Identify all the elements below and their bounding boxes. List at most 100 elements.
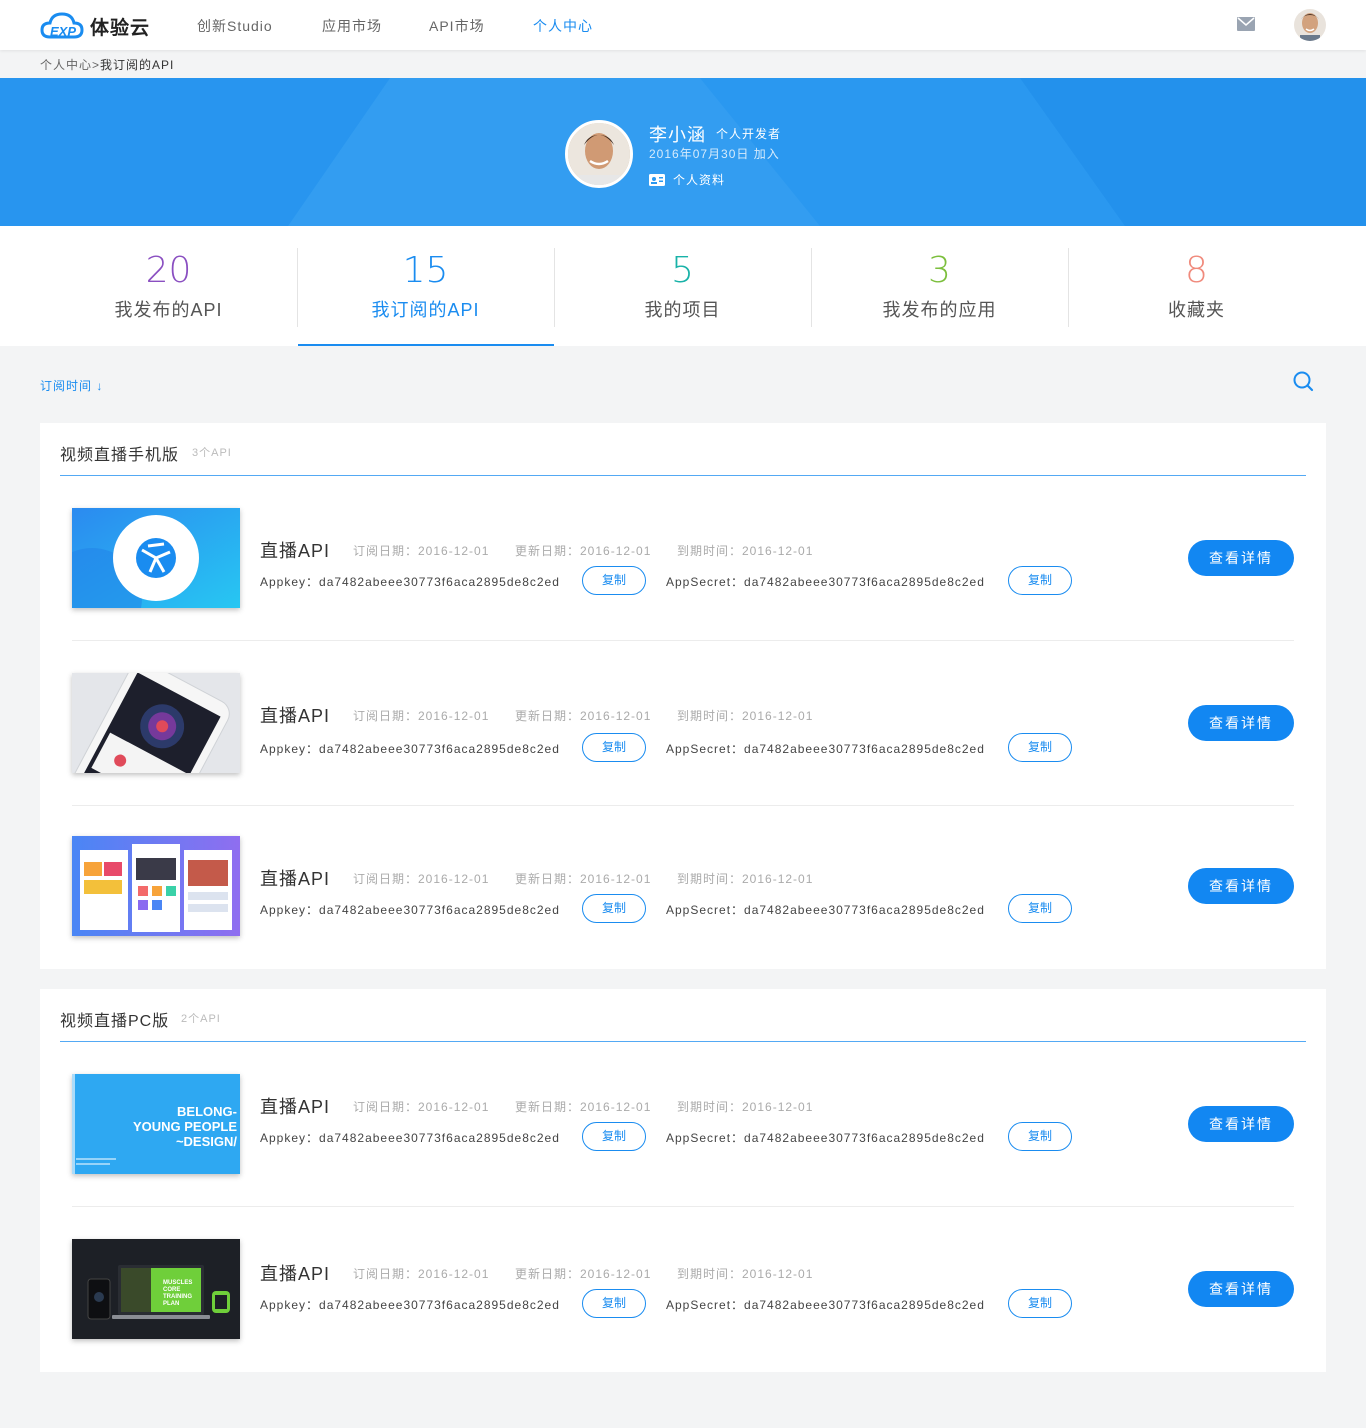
stat-subscribed-api[interactable]: 15 我订阅的API xyxy=(297,226,554,346)
stat-value: 3 xyxy=(928,250,951,291)
group-title: 视频直播PC版 xyxy=(60,1013,170,1030)
stat-label: 我的项目 xyxy=(644,300,721,320)
stat-projects[interactable]: 5 我的项目 xyxy=(554,226,811,346)
group-divider xyxy=(60,1041,1306,1042)
appsecret: AppSecret：da7482abeee30773f6aca2895de8c2… xyxy=(666,742,985,756)
copy-appkey-button[interactable]: 复制 xyxy=(582,566,646,595)
expire-date: 到期时间：2016-12-01 xyxy=(677,709,814,723)
cloud-logo-icon: EXP xyxy=(40,12,84,39)
stat-label: 我发布的应用 xyxy=(882,300,997,320)
api-name: 直播API xyxy=(260,869,331,889)
stat-favorites[interactable]: 8 收藏夹 xyxy=(1068,226,1325,346)
thumb-text: PLAN xyxy=(163,1301,179,1307)
thumb-text: YOUNG PEOPLE xyxy=(133,1119,237,1134)
subscribe-date: 订阅日期：2016-12-01 xyxy=(353,1267,490,1281)
appkey: Appkey：da7482abeee30773f6aca2895de8c2ed xyxy=(260,742,560,756)
stat-value: 8 xyxy=(1185,250,1208,291)
active-tab-indicator xyxy=(298,344,554,346)
breadcrumb: 个人中心>我订阅的API xyxy=(40,56,174,73)
stat-value: 20 xyxy=(145,250,192,291)
expire-date: 到期时间：2016-12-01 xyxy=(677,1267,814,1281)
api-thumbnail xyxy=(72,673,240,773)
appkey: Appkey：da7482abeee30773f6aca2895de8c2ed xyxy=(260,1131,560,1145)
profile-role: 个人开发者 xyxy=(716,127,782,141)
nav-personal-center[interactable]: 个人中心 xyxy=(533,16,593,36)
api-thumbnail: MUSCLES CORE TRAINING PLAN xyxy=(72,1239,240,1339)
update-date: 更新日期：2016-12-01 xyxy=(515,872,652,886)
item-divider xyxy=(72,1206,1294,1207)
nav-studio[interactable]: 创新Studio xyxy=(197,16,273,36)
stat-value: 15 xyxy=(402,250,449,291)
copy-appkey-button[interactable]: 复制 xyxy=(582,1122,646,1151)
profile-info-link[interactable]: 个人资料 xyxy=(649,171,725,188)
copy-appsecret-button[interactable]: 复制 xyxy=(1008,1289,1072,1318)
subscribe-date: 订阅日期：2016-12-01 xyxy=(353,544,490,558)
profile-banner: 李小涵 个人开发者 2016年07月30日 加入 个人资料 xyxy=(0,78,1366,226)
copy-appkey-button[interactable]: 复制 xyxy=(582,733,646,762)
api-thumbnail: BELONG- YOUNG PEOPLE ~DESIGN/ xyxy=(72,1074,240,1174)
expire-date: 到期时间：2016-12-01 xyxy=(677,1100,814,1114)
stats-bar: 20 我发布的API 15 我订阅的API 5 我的项目 3 我发布的应用 8 … xyxy=(0,226,1366,346)
group-api-count: 2个API xyxy=(181,1013,221,1025)
appsecret: AppSecret：da7482abeee30773f6aca2895de8c2… xyxy=(666,903,985,917)
svg-text:EXP: EXP xyxy=(50,24,76,39)
copy-appkey-button[interactable]: 复制 xyxy=(582,894,646,923)
subscribe-date: 订阅日期：2016-12-01 xyxy=(353,872,490,886)
view-details-button[interactable]: 查看详情 xyxy=(1188,1271,1294,1307)
nav-api-market[interactable]: API市场 xyxy=(429,16,485,36)
expire-date: 到期时间：2016-12-01 xyxy=(677,544,814,558)
stat-published-apps[interactable]: 3 我发布的应用 xyxy=(811,226,1068,346)
sort-by-subscription-time[interactable]: 订阅时间 ↓ xyxy=(40,377,103,394)
view-details-button[interactable]: 查看详情 xyxy=(1188,705,1294,741)
thumb-text: MUSCLES xyxy=(163,1280,192,1286)
profile-joined-date: 2016年07月30日 加入 xyxy=(649,147,780,161)
update-date: 更新日期：2016-12-01 xyxy=(515,544,652,558)
subscribe-date: 订阅日期：2016-12-01 xyxy=(353,1100,490,1114)
api-group-mobile: 视频直播手机版 3个API 直播API 订阅日期：2016-12-01 更新日期… xyxy=(40,423,1326,969)
profile-avatar xyxy=(565,120,633,188)
api-name: 直播API xyxy=(260,541,331,561)
api-thumbnail xyxy=(72,508,240,608)
appsecret: AppSecret：da7482abeee30773f6aca2895de8c2… xyxy=(666,1131,985,1145)
copy-appsecret-button[interactable]: 复制 xyxy=(1008,1122,1072,1151)
update-date: 更新日期：2016-12-01 xyxy=(515,1267,652,1281)
view-details-button[interactable]: 查看详情 xyxy=(1188,868,1294,904)
copy-appkey-button[interactable]: 复制 xyxy=(582,1289,646,1318)
stat-value: 5 xyxy=(671,250,694,291)
api-group-pc: 视频直播PC版 2个API BELONG- YOUNG PEOPLE ~DESI… xyxy=(40,989,1326,1372)
user-avatar[interactable] xyxy=(1294,9,1326,41)
stat-label: 我订阅的API xyxy=(371,300,480,320)
profile-info-label: 个人资料 xyxy=(673,173,726,187)
appkey: Appkey：da7482abeee30773f6aca2895de8c2ed xyxy=(260,575,560,589)
api-name: 直播API xyxy=(260,1264,331,1284)
group-api-count: 3个API xyxy=(192,447,232,459)
search-icon[interactable] xyxy=(1292,370,1314,392)
thumb-text: ~DESIGN/ xyxy=(176,1134,237,1149)
item-divider xyxy=(72,640,1294,641)
subscribe-date: 订阅日期：2016-12-01 xyxy=(353,709,490,723)
copy-appsecret-button[interactable]: 复制 xyxy=(1008,894,1072,923)
api-name: 直播API xyxy=(260,706,331,726)
item-divider xyxy=(72,805,1294,806)
thumb-text: TRAINING xyxy=(163,1294,192,1300)
stat-label: 我发布的API xyxy=(114,300,223,320)
thumb-text: BELONG- xyxy=(177,1104,237,1119)
copy-appsecret-button[interactable]: 复制 xyxy=(1008,566,1072,595)
view-details-button[interactable]: 查看详情 xyxy=(1188,540,1294,576)
api-thumbnail xyxy=(72,836,240,936)
api-name: 直播API xyxy=(260,1097,331,1117)
app-name: 体验云 xyxy=(90,17,151,39)
copy-appsecret-button[interactable]: 复制 xyxy=(1008,733,1072,762)
breadcrumb-parent[interactable]: 个人中心 xyxy=(40,58,92,72)
logo[interactable]: EXP 体验云 xyxy=(40,10,150,42)
update-date: 更新日期：2016-12-01 xyxy=(515,1100,652,1114)
thumb-text: CORE xyxy=(163,1287,180,1293)
appsecret: AppSecret：da7482abeee30773f6aca2895de8c2… xyxy=(666,575,985,589)
stat-published-api[interactable]: 20 我发布的API xyxy=(40,226,297,346)
expire-date: 到期时间：2016-12-01 xyxy=(677,872,814,886)
appkey: Appkey：da7482abeee30773f6aca2895de8c2ed xyxy=(260,903,560,917)
stat-label: 收藏夹 xyxy=(1168,300,1225,320)
mail-icon[interactable] xyxy=(1237,17,1255,31)
view-details-button[interactable]: 查看详情 xyxy=(1188,1106,1294,1142)
nav-app-market[interactable]: 应用市场 xyxy=(322,16,382,36)
